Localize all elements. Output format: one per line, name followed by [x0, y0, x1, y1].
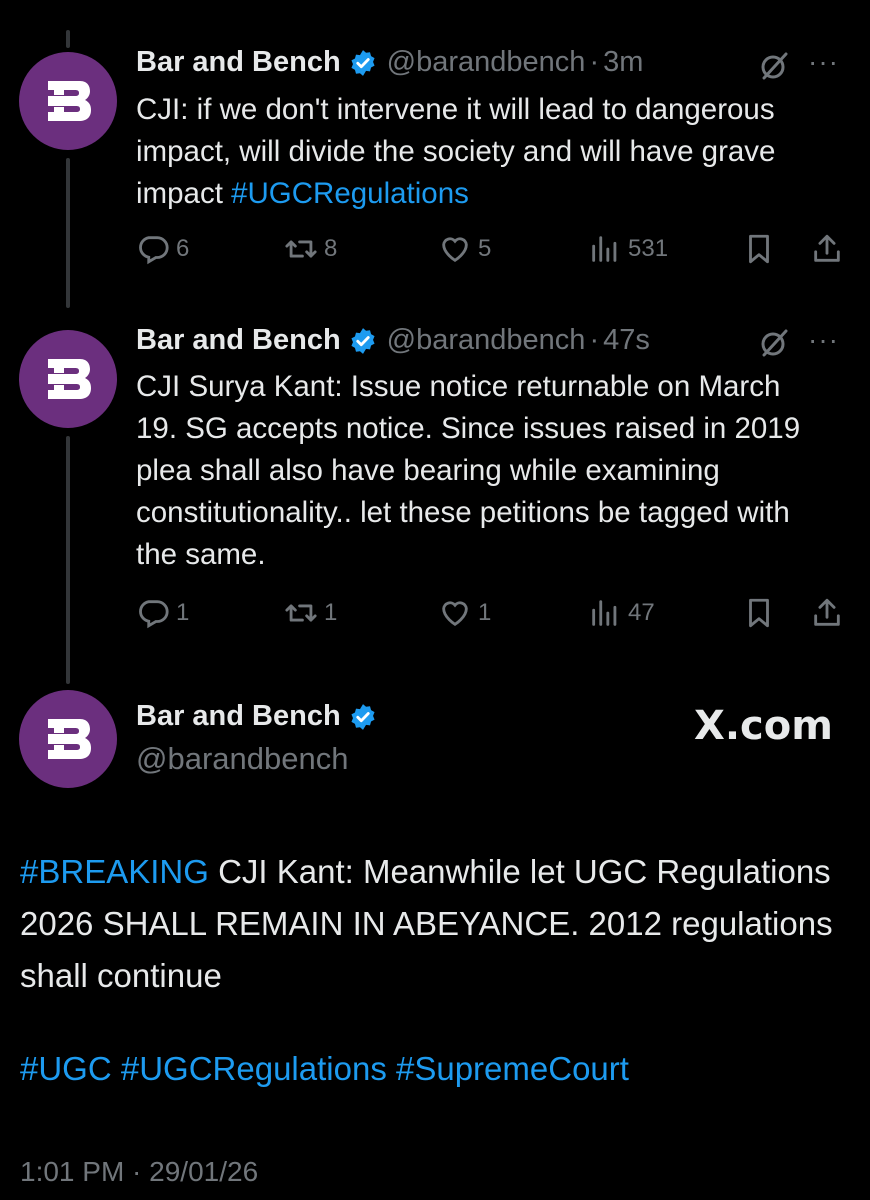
thread-line — [66, 158, 70, 308]
share-button[interactable] — [810, 596, 850, 630]
more-icon[interactable]: ··· — [808, 46, 839, 78]
views-button[interactable]: 47 — [588, 596, 655, 630]
author-name[interactable]: Bar and Bench — [136, 46, 341, 79]
like-button[interactable]: 1 — [438, 596, 491, 630]
avatar-logo-icon — [48, 719, 91, 759]
tweet-header: Bar and Bench @barandbench · 47s — [136, 324, 650, 357]
avatar-logo-icon — [48, 359, 91, 399]
like-icon — [442, 601, 468, 627]
hashtag-links[interactable]: #UGC #UGCRegulations #SupremeCourt — [20, 1050, 629, 1088]
grok-icon[interactable] — [758, 327, 790, 359]
views-count: 531 — [628, 235, 669, 262]
views-icon — [592, 600, 617, 626]
share-icon — [814, 234, 840, 262]
tweet-header: Bar and Bench @barandbench · 3m — [136, 46, 643, 79]
share-icon — [814, 598, 840, 626]
avatar[interactable] — [19, 52, 117, 150]
views-count: 47 — [628, 599, 655, 626]
reply-button[interactable]: 1 — [136, 596, 189, 630]
repost-count: 1 — [324, 599, 338, 626]
author-name[interactable]: Bar and Bench — [136, 324, 341, 357]
repost-button[interactable]: 8 — [284, 232, 337, 266]
repost-button[interactable]: 1 — [284, 596, 337, 630]
main-tweet-text: #BREAKING CJI Kant: Meanwhile let UGC Re… — [20, 846, 860, 1002]
like-button[interactable]: 5 — [438, 232, 491, 266]
author-handle[interactable]: @barandbench — [387, 324, 586, 357]
thread-line — [66, 436, 70, 684]
hashtag-link[interactable]: #UGCRegulations — [231, 177, 469, 210]
like-icon — [442, 237, 468, 263]
repost-icon — [285, 604, 317, 622]
avatar-logo-icon — [48, 81, 91, 121]
bookmark-button[interactable] — [742, 232, 782, 266]
reply-count: 1 — [176, 599, 190, 626]
more-icon[interactable]: ··· — [808, 324, 839, 356]
separator-dot: · — [589, 46, 600, 78]
like-count: 5 — [478, 235, 492, 262]
main-tweet-header: Bar and Bench — [136, 700, 377, 733]
views-button[interactable]: 531 — [588, 232, 668, 266]
action-bar: 6 8 5 531 — [136, 232, 846, 272]
grok-icon[interactable] — [758, 50, 790, 82]
like-count: 1 — [478, 599, 492, 626]
x-com-watermark: X.com — [694, 703, 833, 749]
author-handle[interactable]: @barandbench — [387, 46, 586, 79]
verified-icon — [351, 49, 375, 76]
repost-icon — [285, 240, 317, 258]
bookmark-icon — [749, 234, 769, 264]
tweet-timestamp[interactable]: 1:01 PM · 29/01/26 — [20, 1156, 258, 1188]
hashtag-link[interactable]: #BREAKING — [20, 853, 209, 890]
bookmark-icon — [749, 598, 769, 628]
reply-icon — [139, 236, 169, 265]
author-name[interactable]: Bar and Bench — [136, 700, 341, 733]
avatar[interactable] — [19, 330, 117, 428]
author-handle[interactable]: @barandbench — [136, 741, 348, 777]
tweet-time[interactable]: 3m — [603, 46, 643, 79]
views-icon — [592, 236, 617, 262]
thread-line — [66, 30, 70, 48]
verified-icon — [351, 703, 375, 730]
repost-count: 8 — [324, 235, 338, 262]
tweet-time[interactable]: 47s — [603, 324, 650, 357]
avatar[interactable] — [19, 690, 117, 788]
separator-dot: · — [589, 324, 600, 356]
action-bar: 1 1 1 47 — [136, 596, 846, 636]
tweet-text: CJI Surya Kant: Issue notice returnable … — [136, 366, 826, 576]
bookmark-button[interactable] — [742, 596, 782, 630]
tweet-body: CJI Surya Kant: Issue notice returnable … — [136, 370, 801, 571]
reply-count: 6 — [176, 235, 190, 262]
verified-icon — [351, 327, 375, 354]
tweet-text: CJI: if we don't intervene it will lead … — [136, 89, 826, 215]
reply-icon — [139, 600, 169, 629]
share-button[interactable] — [810, 232, 850, 266]
reply-button[interactable]: 6 — [136, 232, 189, 266]
